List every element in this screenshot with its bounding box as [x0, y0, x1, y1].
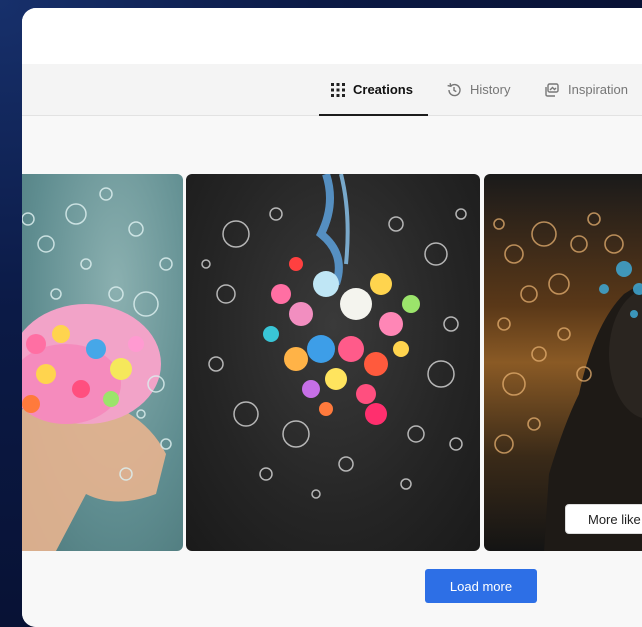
gallery-image-2[interactable]	[186, 174, 480, 551]
load-more-button[interactable]: Load more	[425, 569, 537, 603]
tab-history[interactable]: History	[446, 64, 510, 115]
top-strip	[22, 8, 642, 64]
tab-inspiration-label: Inspiration	[568, 82, 628, 97]
history-icon	[446, 82, 462, 98]
tab-creations-label: Creations	[353, 82, 413, 97]
gallery-image-3[interactable]	[484, 174, 642, 551]
tab-creations[interactable]: Creations	[319, 64, 428, 116]
tab-bar: Creations History Inspiration	[22, 64, 642, 116]
inspiration-icon	[544, 82, 560, 98]
gallery-image-1[interactable]	[22, 174, 183, 551]
grid-icon	[331, 82, 345, 97]
tab-inspiration[interactable]: Inspiration	[544, 64, 628, 115]
app-window: Creations History Inspiration More like …	[22, 8, 642, 627]
tab-history-label: History	[470, 82, 511, 97]
more-like-button[interactable]: More like	[565, 504, 642, 534]
